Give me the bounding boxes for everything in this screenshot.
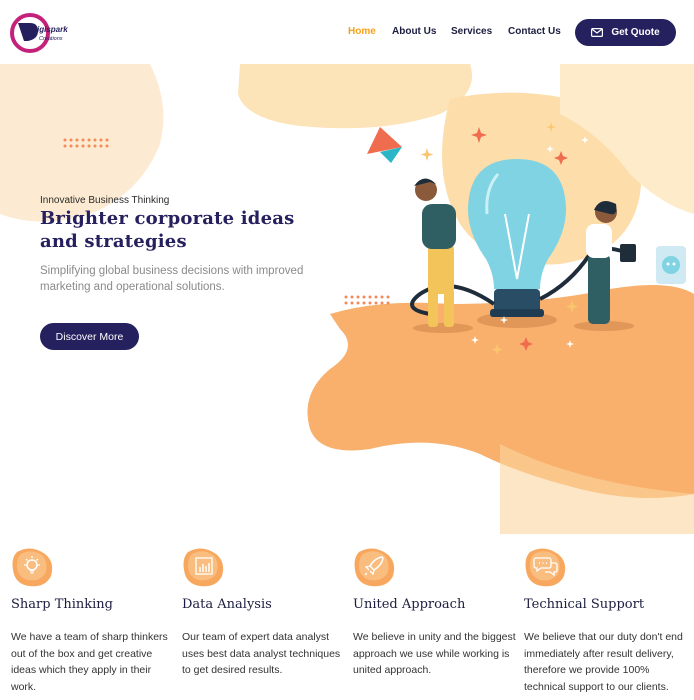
lightbulb-icon: [12, 548, 53, 587]
discover-more-button[interactable]: Discover More: [40, 323, 139, 350]
envelope-icon: [591, 28, 604, 37]
nav-services[interactable]: Services: [451, 26, 492, 37]
feature-title: Technical Support: [524, 597, 645, 612]
rocket-icon: [354, 548, 395, 587]
feature-title: United Approach: [353, 597, 466, 612]
feature-title: Data Analysis: [182, 597, 272, 612]
site-header: igispark Creations Home About Us Service…: [0, 0, 694, 64]
feature-text: Our team of expert data analyst uses bes…: [182, 631, 341, 676]
feature-text: We believe that our duty don't end immed…: [524, 631, 683, 693]
chat-icon: [525, 548, 566, 587]
nav-contact-us[interactable]: Contact Us: [508, 26, 561, 37]
hero-title: Brighter corporate ideas and strategies: [40, 208, 295, 252]
get-quote-button[interactable]: Get Quote: [575, 19, 676, 46]
get-quote-label: Get Quote: [611, 27, 660, 38]
nav-about-us[interactable]: About Us: [392, 26, 436, 37]
hero-subtitle: Simplifying global business decisions wi…: [40, 265, 304, 293]
bar-chart-icon: [183, 548, 224, 587]
hero-illustration: [0, 64, 694, 534]
hero-eyebrow: Innovative Business Thinking: [40, 195, 170, 206]
feature-text: We believe in unity and the biggest appr…: [353, 631, 516, 676]
nav-home[interactable]: Home: [348, 26, 376, 37]
features-section: Sharp Thinking We have a team of sharp t…: [0, 538, 694, 700]
feature-title: Sharp Thinking: [11, 597, 114, 612]
brand-logo[interactable]: igispark Creations: [10, 9, 72, 57]
logo-wordmark: igispark: [37, 25, 68, 34]
feature-text: We have a team of sharp thinkers out of …: [11, 631, 168, 693]
hero-section: Innovative Business Thinking Brighter co…: [0, 64, 694, 534]
logo-subtext: Creations: [39, 36, 63, 42]
